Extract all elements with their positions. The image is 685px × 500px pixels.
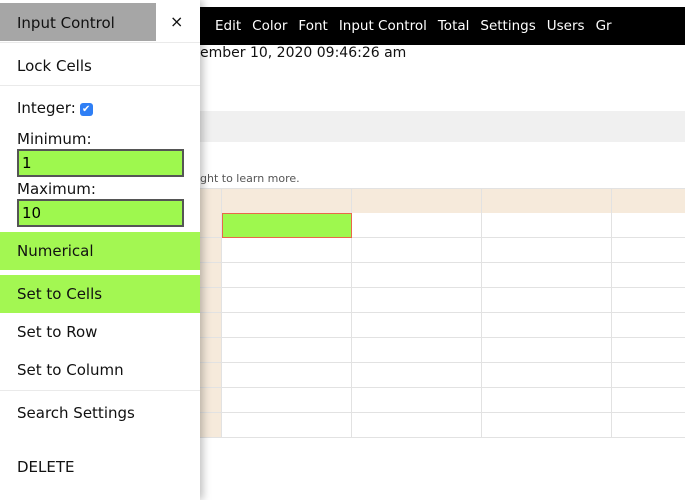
divider	[0, 85, 200, 86]
grid-cell[interactable]	[352, 413, 482, 438]
table-row	[200, 263, 685, 288]
grid-cell[interactable]	[482, 213, 612, 238]
row-header-cell[interactable]	[200, 288, 222, 313]
grid-cell[interactable]	[352, 388, 482, 413]
grid-cell[interactable]	[482, 363, 612, 388]
integer-checkbox[interactable]: ✔	[79, 103, 93, 116]
divider	[0, 42, 200, 43]
maximum-label: Maximum:	[17, 180, 96, 198]
row-header-cell[interactable]	[200, 338, 222, 363]
table-row	[200, 213, 685, 238]
grid-cell[interactable]	[352, 288, 482, 313]
table-row	[200, 313, 685, 338]
table-row	[200, 288, 685, 313]
row-header-cell[interactable]	[200, 413, 222, 438]
close-icon[interactable]: ×	[170, 12, 183, 31]
nav-total[interactable]: Total	[438, 18, 470, 34]
row-header-cell[interactable]	[200, 238, 222, 263]
search-settings-item[interactable]: Search Settings	[0, 404, 200, 422]
grid-cell[interactable]	[612, 388, 685, 413]
grid-cell[interactable]	[222, 413, 352, 438]
grid-cell[interactable]	[352, 363, 482, 388]
integer-row: Integer: ✔	[0, 99, 200, 117]
header-row	[200, 188, 685, 214]
integer-label: Integer:	[17, 99, 76, 117]
grid-cell[interactable]	[612, 288, 685, 313]
set-to-row-item[interactable]: Set to Row	[0, 323, 200, 341]
table-row	[200, 238, 685, 263]
grid-cell[interactable]	[482, 388, 612, 413]
row-header-cell[interactable]	[200, 263, 222, 288]
nav-gr[interactable]: Gr	[596, 18, 612, 34]
set-to-column-item[interactable]: Set to Column	[0, 361, 200, 379]
nav-input-control[interactable]: Input Control	[339, 18, 427, 34]
grid-cell[interactable]	[612, 238, 685, 263]
row-header-cell[interactable]	[200, 189, 222, 214]
grid-cell[interactable]	[482, 313, 612, 338]
grid-cell[interactable]	[352, 338, 482, 363]
nav-font[interactable]: Font	[298, 18, 327, 34]
maximum-input[interactable]	[17, 199, 184, 227]
delete-item[interactable]: DELETE	[0, 458, 200, 476]
grid-cell[interactable]	[352, 313, 482, 338]
column-header-cell[interactable]	[352, 189, 482, 214]
toolbar-band	[200, 111, 685, 142]
menu-title: Input Control	[0, 3, 156, 41]
grid-cell[interactable]	[612, 313, 685, 338]
grid-cell[interactable]	[612, 338, 685, 363]
row-header-cell[interactable]	[200, 363, 222, 388]
grid-cell[interactable]	[222, 213, 352, 238]
minimum-label: Minimum:	[17, 130, 92, 148]
input-control-menu: Input Control × Lock Cells Integer: ✔ Min…	[0, 0, 200, 500]
column-header-cell[interactable]	[222, 189, 352, 214]
hint-text: ght to learn more.	[200, 172, 300, 185]
table-row	[200, 413, 685, 438]
row-header-cell[interactable]	[200, 388, 222, 413]
grid-cell[interactable]	[482, 288, 612, 313]
column-header-cell[interactable]	[482, 189, 612, 214]
top-nav: Edit Color Font Input Control Total Sett…	[200, 7, 685, 45]
table-row	[200, 388, 685, 413]
grid-cell[interactable]	[612, 263, 685, 288]
grid-cell[interactable]	[612, 363, 685, 388]
grid-cell[interactable]	[352, 238, 482, 263]
grid-cell[interactable]	[352, 263, 482, 288]
grid-cell[interactable]	[352, 213, 482, 238]
table-row	[200, 363, 685, 388]
grid-cell[interactable]	[482, 238, 612, 263]
grid-cell[interactable]	[612, 213, 685, 238]
nav-color[interactable]: Color	[252, 18, 287, 34]
grid-cell[interactable]	[222, 288, 352, 313]
row-header-cell[interactable]	[200, 313, 222, 338]
grid-cell[interactable]	[222, 363, 352, 388]
grid-cell[interactable]	[222, 388, 352, 413]
timestamp: ember 10, 2020 09:46:26 am	[200, 45, 407, 61]
divider	[0, 390, 200, 391]
row-header-cell[interactable]	[200, 213, 222, 238]
lock-cells-item[interactable]: Lock Cells	[0, 57, 200, 75]
set-to-cells-item[interactable]: Set to Cells	[0, 275, 200, 313]
grid-cell[interactable]	[482, 263, 612, 288]
nav-users[interactable]: Users	[547, 18, 585, 34]
grid-cell[interactable]	[222, 238, 352, 263]
column-header-cell[interactable]	[612, 189, 685, 214]
grid-cell[interactable]	[612, 413, 685, 438]
nav-edit[interactable]: Edit	[215, 18, 241, 34]
minimum-input[interactable]	[17, 149, 184, 177]
grid-cell[interactable]	[222, 313, 352, 338]
grid-cell[interactable]	[482, 413, 612, 438]
grid-cell[interactable]	[222, 338, 352, 363]
numerical-item[interactable]: Numerical	[0, 232, 200, 270]
grid-cell[interactable]	[222, 263, 352, 288]
grid-cell[interactable]	[482, 338, 612, 363]
table-row	[200, 338, 685, 363]
spreadsheet-grid	[200, 188, 685, 438]
nav-settings[interactable]: Settings	[480, 18, 535, 34]
